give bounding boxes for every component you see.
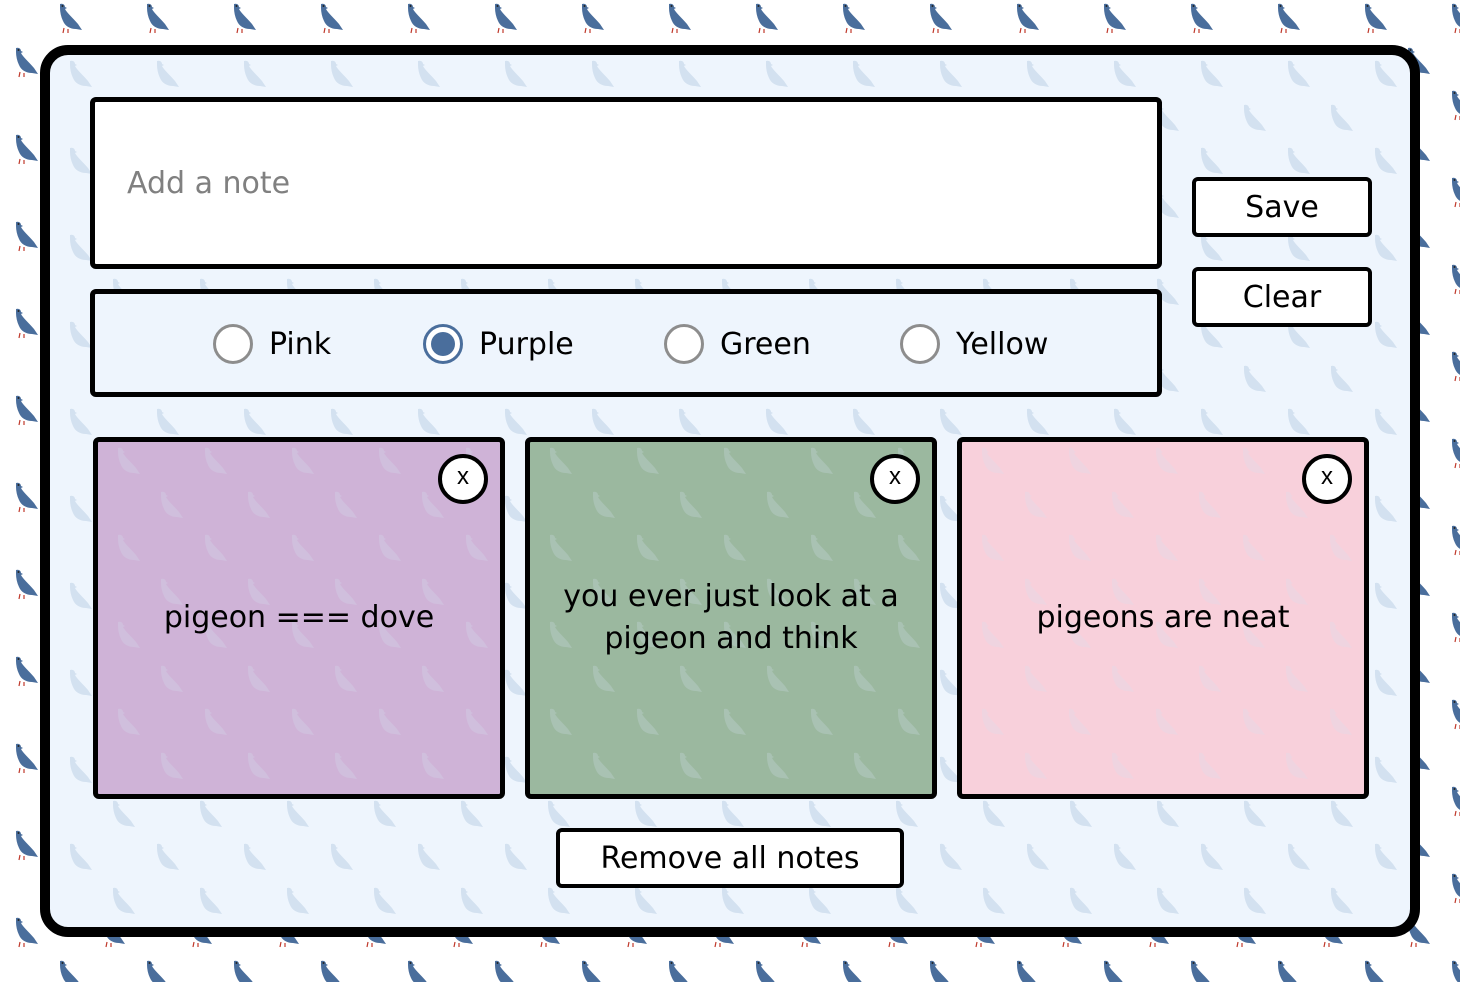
note-text: pigeon === dove	[163, 600, 435, 635]
clear-button[interactable]: Clear	[1192, 267, 1372, 327]
color-radio-group: Pink Purple Green Yellow	[90, 289, 1162, 397]
radio-pink-label: Pink	[269, 326, 332, 362]
radio-pink[interactable]: Pink	[213, 321, 331, 367]
radio-green-circle[interactable]	[664, 324, 704, 364]
note-text: pigeons are neat	[1036, 600, 1290, 635]
radio-purple-label: Purple	[479, 326, 574, 362]
save-button[interactable]: Save	[1192, 177, 1372, 237]
radio-yellow[interactable]: Yellow	[900, 321, 1048, 367]
radio-purple[interactable]: Purple	[423, 321, 574, 367]
note-card: pigeon === dove x	[93, 437, 505, 799]
radio-green-label: Green	[720, 326, 811, 362]
note-close-button[interactable]: x	[438, 454, 488, 504]
note-card: pigeons are neat x	[957, 437, 1369, 799]
note-card: you ever just look at a pigeon and think…	[525, 437, 937, 799]
note-close-button[interactable]: x	[870, 454, 920, 504]
notes-panel: Pink Purple Green Yellow Save Clear pige…	[40, 45, 1420, 937]
radio-purple-circle[interactable]	[423, 324, 463, 364]
remove-all-notes-button[interactable]: Remove all notes	[556, 828, 904, 888]
note-text: you ever just look at a pigeon and think	[563, 579, 899, 656]
note-input[interactable]	[90, 97, 1162, 269]
radio-green[interactable]: Green	[664, 321, 811, 367]
radio-pink-circle[interactable]	[213, 324, 253, 364]
note-close-button[interactable]: x	[1302, 454, 1352, 504]
radio-yellow-circle[interactable]	[900, 324, 940, 364]
radio-yellow-label: Yellow	[956, 326, 1049, 362]
